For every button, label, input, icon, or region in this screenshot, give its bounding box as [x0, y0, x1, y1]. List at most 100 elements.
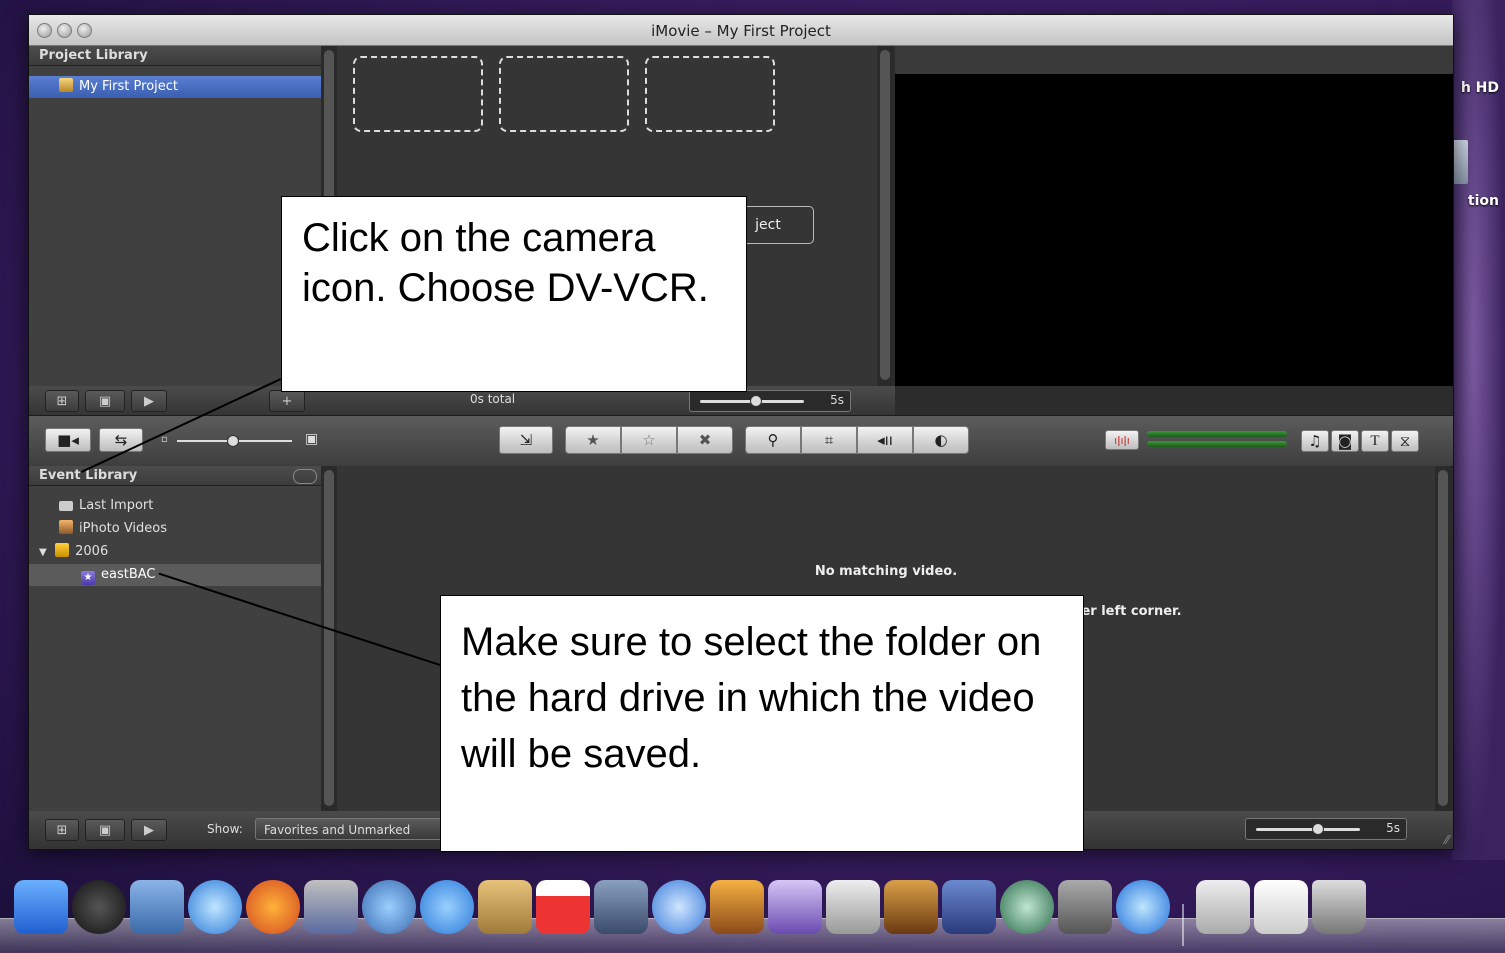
quicktime-icon[interactable] [1116, 880, 1170, 934]
crop-button[interactable]: ⌗ [801, 426, 857, 454]
firefox-icon[interactable] [246, 880, 300, 934]
event-item-label: Last Import [79, 498, 154, 513]
iphoto-dock-icon[interactable] [710, 880, 764, 934]
trash-icon[interactable] [1312, 880, 1366, 934]
event-duration-label: 5s [1386, 821, 1400, 835]
time-machine-icon[interactable] [1000, 880, 1054, 934]
waveform-button[interactable]: ıǀıǀı [1105, 430, 1139, 450]
system-preferences-icon[interactable] [1058, 880, 1112, 934]
desktop-background [1452, 0, 1505, 860]
desktop-hd-label[interactable]: h HD [1461, 80, 1499, 96]
title-button[interactable]: T [1361, 430, 1389, 452]
event-library-eject-icon[interactable] [293, 469, 317, 484]
event-play-button[interactable]: ▶ [131, 819, 167, 841]
project-library-header: Project Library [29, 46, 321, 66]
show-label: Show: [207, 822, 243, 836]
mail-icon[interactable] [130, 880, 184, 934]
network-icon[interactable] [362, 880, 416, 934]
desktop-app-label[interactable]: tion [1468, 193, 1499, 209]
downloads-stack-icon[interactable] [1196, 880, 1250, 934]
event-library-scrollbar[interactable] [321, 466, 337, 811]
callout-camera-text: Click on the camera icon. Choose DV-VCR. [302, 216, 709, 310]
callout-folder-text: Make sure to select the folder on the ha… [461, 620, 1042, 776]
music-button[interactable]: ♫ [1301, 430, 1329, 452]
swap-icon: ⇆ [114, 431, 128, 449]
preview-icon[interactable] [594, 880, 648, 934]
add-to-project-icon: ⇲ [519, 431, 533, 449]
transition-icon: ⧖ [1399, 432, 1411, 450]
project-scrollbar[interactable] [877, 46, 893, 386]
quicktime-converter-icon[interactable] [304, 880, 358, 934]
resize-grip-icon[interactable]: ⁄⁄ [1445, 833, 1449, 847]
event-item-label: eastBAC [101, 567, 156, 582]
documents-stack-icon[interactable] [1254, 880, 1308, 934]
thumbnail-large-icon: ▣ [305, 431, 319, 447]
event-zoom-knob[interactable] [1312, 823, 1324, 835]
mark-favorite-button[interactable]: ★ [565, 426, 621, 454]
project-play-button[interactable]: ▶ [131, 390, 167, 412]
event-item-label: 2006 [75, 544, 109, 559]
show-filter-select[interactable]: Favorites and Unmarked [255, 818, 445, 840]
title-bar: iMovie – My First Project [29, 15, 1453, 46]
event-item-2006[interactable]: ▼ 2006 [29, 541, 321, 563]
event-add-button[interactable]: ⊞ [45, 819, 79, 841]
new-project-button-label: ject [755, 217, 781, 233]
drop-placeholder-1 [353, 56, 483, 132]
finder-icon[interactable] [14, 880, 68, 934]
photo-button[interactable]: ◙ [1331, 430, 1359, 452]
unmark-button[interactable]: ☆ [621, 426, 677, 454]
garageband-icon[interactable] [884, 880, 938, 934]
project-zoom-knob[interactable] [750, 395, 762, 407]
event-item-last-import[interactable]: Last Import [29, 495, 321, 517]
dock [0, 860, 1505, 953]
project-icon [59, 78, 73, 92]
idvd-icon[interactable] [826, 880, 880, 934]
add-to-project-button[interactable]: ⇲ [499, 426, 553, 454]
drop-placeholder-2 [499, 56, 629, 132]
ical-icon[interactable] [536, 880, 590, 934]
project-fullscreen-button[interactable]: ▣ [85, 390, 125, 412]
viewer-header [895, 46, 1453, 74]
project-add-button[interactable]: ⊞ [45, 390, 79, 412]
itunes-icon[interactable] [652, 880, 706, 934]
dock-separator [1182, 904, 1184, 946]
video-adjust-button[interactable]: ◐ [913, 426, 969, 454]
reject-button[interactable]: ✖ [677, 426, 733, 454]
event-zoom-slider[interactable]: 5s [1245, 818, 1407, 840]
callout-folder-instructions: Make sure to select the folder on the ha… [440, 595, 1084, 852]
drop-placeholder-3 [645, 56, 775, 132]
project-total-label: 0s total [470, 392, 516, 406]
project-library: Project Library My First Project [29, 46, 321, 386]
thumbnail-size-knob[interactable] [227, 435, 239, 447]
favorite-icon: ★ [586, 431, 600, 449]
music-icon: ♫ [1308, 432, 1322, 450]
dashboard-icon[interactable] [72, 880, 126, 934]
event-library-header: Event Library [29, 466, 321, 486]
event-item-eastbac[interactable]: ★ eastBAC [29, 564, 321, 586]
event-fullscreen-button[interactable]: ▣ [85, 819, 125, 841]
ichat-icon[interactable] [420, 880, 474, 934]
disclosure-triangle-icon[interactable]: ▼ [39, 542, 51, 564]
thumbnail-small-icon: ▫ [161, 434, 168, 445]
event-viewer-scrollbar[interactable] [1435, 466, 1451, 811]
address-book-icon[interactable] [478, 880, 532, 934]
main-toolbar: ■◂ ⇆ ▫ ▣ ⇲ ★ ☆ ✖ ⚲ ⌗ ◂ıı ◐ ıǀıǀı ♫ ◙ T ⧖ [29, 415, 1453, 467]
new-project-plus-button[interactable]: + [269, 390, 305, 412]
camera-import-button[interactable]: ■◂ [45, 428, 91, 452]
transition-button[interactable]: ⧖ [1391, 430, 1419, 452]
swap-button[interactable]: ⇆ [99, 428, 143, 452]
event-item-iphoto-videos[interactable]: iPhoto Videos [29, 518, 321, 540]
imovie-dock-icon[interactable] [768, 880, 822, 934]
crop-icon: ⌗ [824, 431, 834, 449]
no-matching-video-message: No matching video. [814, 564, 958, 579]
audio-adjust-button[interactable]: ◂ıı [857, 426, 913, 454]
audio-meter-right [1147, 441, 1287, 447]
application-drive-icon[interactable] [1452, 140, 1468, 184]
voiceover-icon: ⚲ [767, 431, 779, 449]
spaces-icon[interactable] [942, 880, 996, 934]
project-zoom-slider[interactable]: 5s [689, 390, 851, 412]
safari-icon[interactable] [188, 880, 242, 934]
event-star-icon: ★ [81, 571, 95, 585]
project-item[interactable]: My First Project [29, 76, 321, 98]
voiceover-button[interactable]: ⚲ [745, 426, 801, 454]
